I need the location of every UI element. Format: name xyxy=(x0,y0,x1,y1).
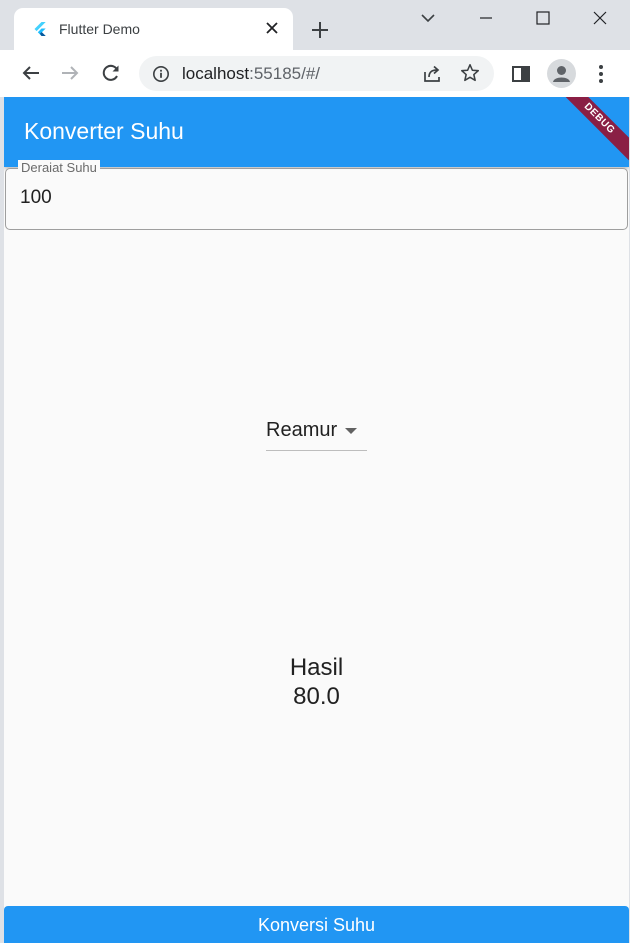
site-info-icon[interactable] xyxy=(152,65,170,83)
result-value: 80.0 xyxy=(293,683,340,710)
minimize-window-icon[interactable] xyxy=(474,6,498,30)
app-bar: Konverter Suhu DEBUG xyxy=(4,97,629,168)
back-arrow-icon[interactable] xyxy=(19,61,43,85)
temperature-input-field[interactable]: Derajat Suhu 100 xyxy=(5,160,628,230)
browser-tab-strip: Flutter Demo xyxy=(0,0,630,50)
flutter-logo-icon xyxy=(34,22,46,36)
temperature-input-value[interactable]: 100 xyxy=(20,187,52,209)
url-host: localhost xyxy=(182,64,250,83)
unit-dropdown-value: Reamur xyxy=(266,419,338,441)
maximize-window-icon[interactable] xyxy=(531,6,555,30)
unit-dropdown[interactable]: Reamur xyxy=(266,413,367,451)
tab-search-chevron-icon[interactable] xyxy=(416,6,440,30)
browser-toolbar: localhost:55185/#/ xyxy=(0,50,630,97)
forward-arrow-icon[interactable] xyxy=(58,61,82,85)
app-viewport: Konverter Suhu DEBUG Derajat Suhu 100 Re… xyxy=(4,97,629,943)
side-panel-icon[interactable] xyxy=(509,62,533,86)
url-path: :55185/#/ xyxy=(249,64,321,83)
profile-avatar[interactable] xyxy=(547,59,576,88)
new-tab-icon[interactable] xyxy=(308,18,332,42)
tab-title: Flutter Demo xyxy=(59,21,140,37)
result-label: Hasil xyxy=(289,654,344,681)
person-icon xyxy=(553,66,570,82)
close-window-icon[interactable] xyxy=(588,6,612,30)
url-text: localhost:55185/#/ xyxy=(182,64,320,84)
convert-button[interactable]: Konversi Suhu xyxy=(4,906,629,943)
dropdown-arrow-icon xyxy=(345,428,357,434)
temperature-input-label: Derajat Suhu xyxy=(18,160,100,172)
reload-icon[interactable] xyxy=(99,61,123,85)
share-icon[interactable] xyxy=(421,63,443,85)
bookmark-star-icon[interactable] xyxy=(459,62,481,84)
page-title: Konverter Suhu xyxy=(24,118,184,144)
browser-tab[interactable]: Flutter Demo xyxy=(14,8,293,50)
close-tab-icon[interactable] xyxy=(263,19,281,37)
debug-banner: DEBUG xyxy=(550,97,629,168)
address-bar[interactable]: localhost:55185/#/ xyxy=(139,56,494,91)
result-block: Hasil 80.0 xyxy=(4,653,629,711)
more-menu-icon[interactable] xyxy=(589,62,613,86)
